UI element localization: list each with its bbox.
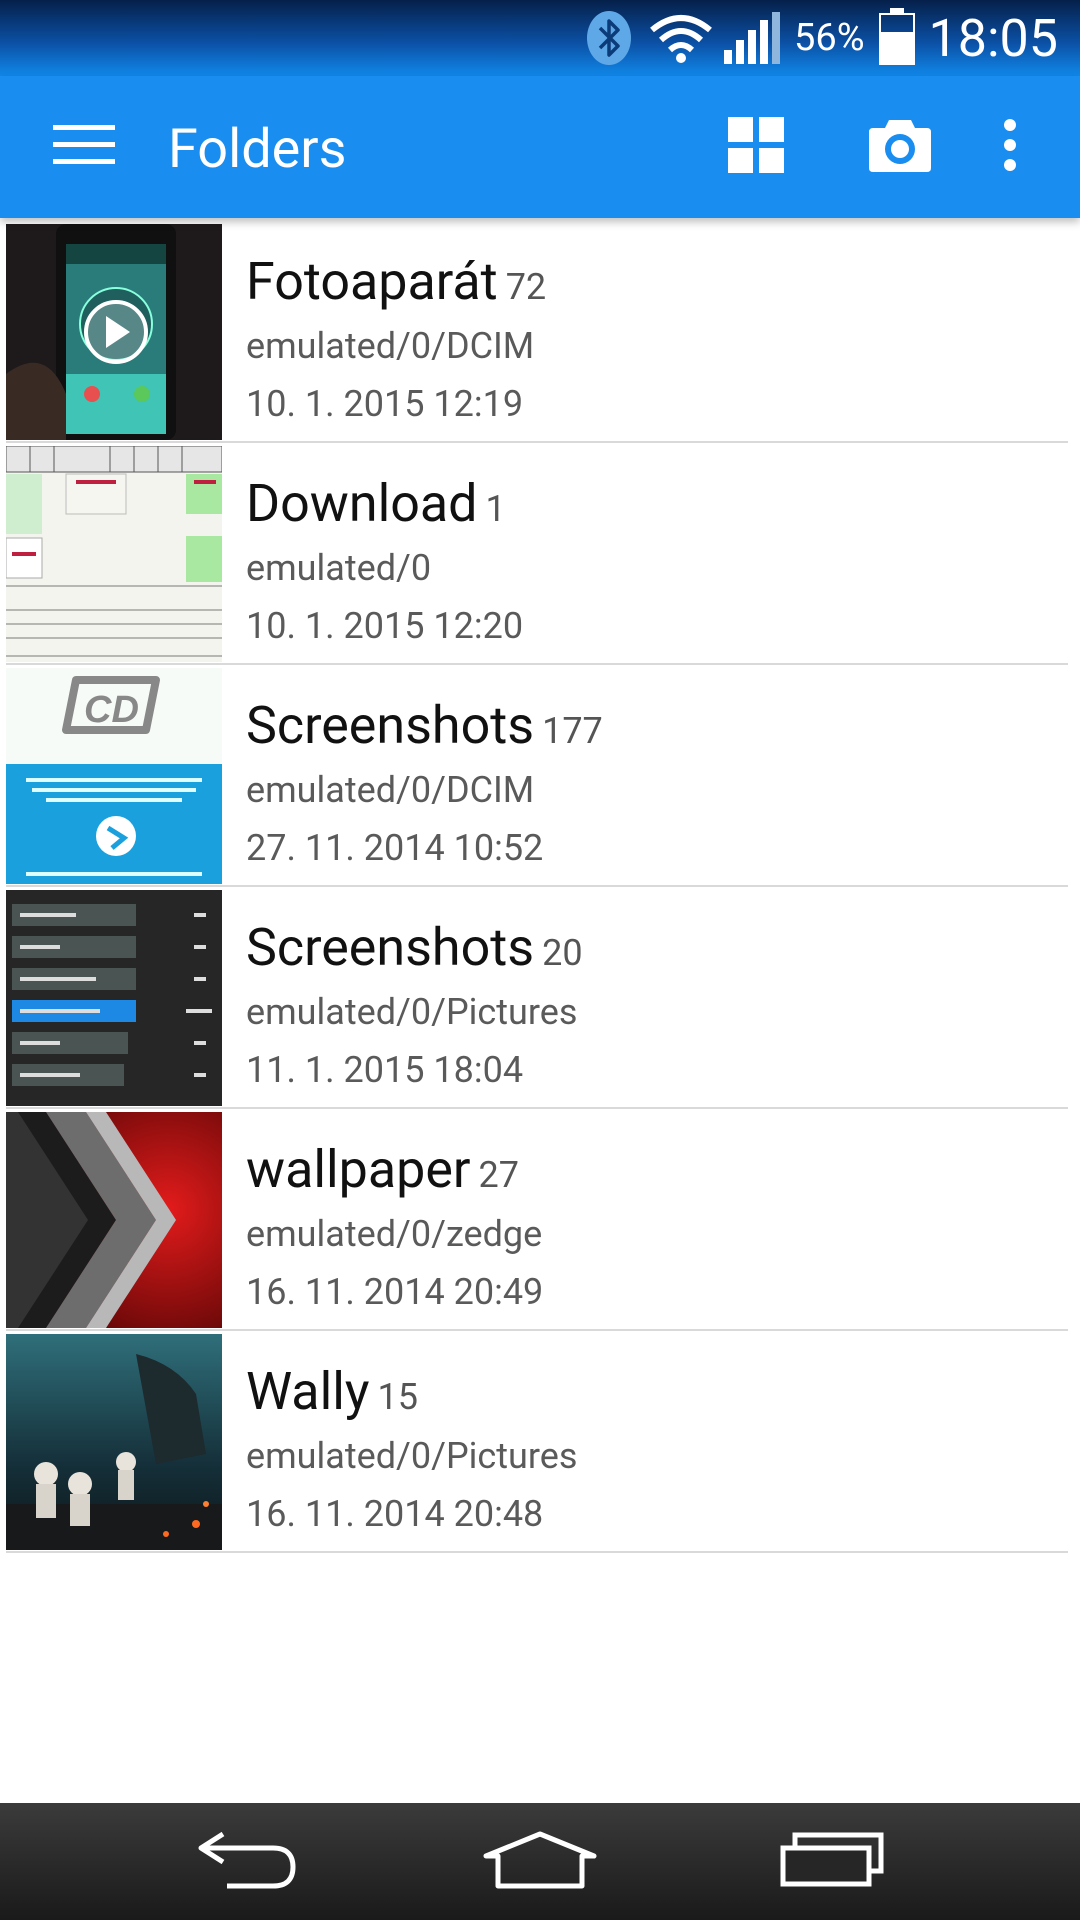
navigation-bar: [0, 1803, 1080, 1920]
folder-path: emulated/0/Pictures: [246, 991, 578, 1033]
grid-view-button[interactable]: [706, 76, 806, 218]
battery-icon: [878, 8, 916, 70]
folder-count: 72: [505, 266, 547, 308]
folder-row-wallpaper[interactable]: wallpaper 27 emulated/0/zedge 16. 11. 201…: [0, 1109, 1080, 1331]
back-button[interactable]: [148, 1803, 348, 1920]
folder-name: Wally: [246, 1361, 370, 1422]
folder-path: emulated/0/DCIM: [246, 325, 535, 367]
camera-button[interactable]: [850, 76, 950, 218]
folder-count: 177: [542, 710, 603, 752]
folder-name: wallpaper: [246, 1139, 471, 1200]
folder-path: emulated/0/DCIM: [246, 769, 535, 811]
folder-name: Download: [246, 473, 478, 534]
wifi-icon: [648, 12, 714, 68]
menu-button[interactable]: [30, 76, 138, 218]
folder-thumbnail: [6, 224, 222, 440]
svg-text:CD: CD: [84, 689, 139, 731]
folder-name: Screenshots: [246, 695, 535, 756]
recents-button[interactable]: [732, 1803, 932, 1920]
folder-row-screenshots-pictures[interactable]: Screenshots 20 emulated/0/Pictures 11. 1.…: [0, 887, 1080, 1109]
folder-name: Fotoaparát: [246, 251, 498, 312]
folder-count: 20: [542, 932, 583, 974]
folder-count: 15: [377, 1376, 418, 1418]
folder-date: 10. 1. 2015 12:20: [246, 605, 524, 647]
folder-row-screenshots-dcim[interactable]: CD Screenshots 177 emulated/0/DCIM 27. 11…: [0, 665, 1080, 887]
overflow-menu-icon: [1003, 119, 1017, 175]
status-bar: 56% 18:05: [0, 0, 1080, 76]
folder-path: emulated/0: [246, 547, 432, 589]
folder-date: 16. 11. 2014 20:48: [246, 1493, 544, 1535]
home-button[interactable]: [440, 1803, 640, 1920]
folder-path: emulated/0/Pictures: [246, 1435, 578, 1477]
folder-count: 27: [478, 1154, 519, 1196]
overflow-menu-button[interactable]: [980, 76, 1040, 218]
page-title: Folders: [168, 118, 347, 181]
folder-path: emulated/0/zedge: [246, 1213, 543, 1255]
folder-thumbnail: [6, 446, 222, 662]
folder-thumbnail: [6, 1334, 222, 1550]
folder-date: 27. 11. 2014 10:52: [246, 827, 544, 869]
recents-icon: [779, 1832, 885, 1892]
signal-icon: [724, 12, 780, 70]
folder-row-download[interactable]: Download 1 emulated/0 10. 1. 2015 12:20: [0, 443, 1080, 665]
home-icon: [482, 1830, 598, 1894]
grid-view-icon: [728, 117, 784, 177]
back-icon: [193, 1828, 303, 1896]
folder-date: 11. 1. 2015 18:04: [246, 1049, 524, 1091]
folder-row-wally[interactable]: Wally 15 emulated/0/Pictures 16. 11. 2014…: [0, 1331, 1080, 1553]
folder-thumbnail: CD: [6, 668, 222, 884]
folder-count: 1: [485, 488, 506, 530]
bluetooth-icon: [586, 10, 632, 70]
folder-thumbnail: [6, 890, 222, 1106]
divider: [6, 1551, 1068, 1553]
camera-icon: [869, 118, 931, 176]
clock: 18:05: [928, 8, 1059, 69]
folder-row-fotoaparat[interactable]: Fotoaparát 72 emulated/0/DCIM 10. 1. 2015…: [0, 221, 1080, 443]
menu-icon: [53, 125, 115, 169]
folder-date: 16. 11. 2014 20:49: [246, 1271, 544, 1313]
battery-percent: 56%: [794, 16, 865, 60]
folder-name: Screenshots: [246, 917, 535, 978]
folder-thumbnail: [6, 1112, 222, 1328]
app-bar: Folders: [0, 76, 1080, 218]
folder-date: 10. 1. 2015 12:19: [246, 383, 524, 425]
folder-list: Fotoaparát 72 emulated/0/DCIM 10. 1. 2015…: [0, 221, 1080, 1553]
